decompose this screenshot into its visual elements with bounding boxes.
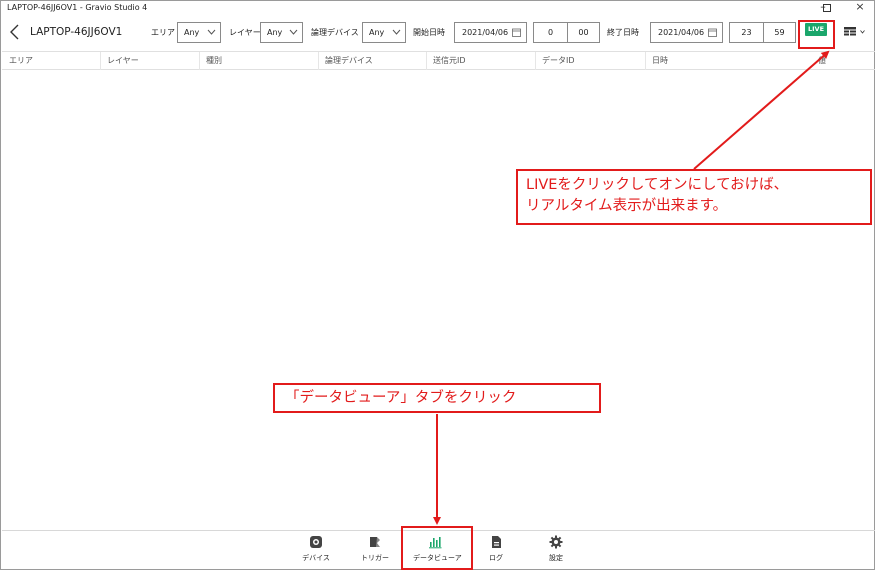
live-hint-line-2: リアルタイム表示が出来ます。: [526, 198, 728, 214]
column-header-area[interactable]: エリア: [5, 52, 33, 70]
end-hour-value[interactable]: 23: [730, 23, 763, 42]
end-date-value: 2021/04/06: [658, 28, 705, 37]
logical-device-select[interactable]: Any: [362, 22, 406, 43]
back-arrow-icon[interactable]: [8, 23, 22, 41]
column-divider[interactable]: [645, 52, 646, 70]
layer-label: レイヤー: [229, 28, 261, 37]
log-icon: [492, 536, 501, 548]
column-header-layer[interactable]: レイヤー: [103, 52, 139, 70]
chevron-down-icon: [207, 29, 216, 35]
tab-hint-callout: 「データビューア」タブをクリック: [273, 383, 601, 413]
end-date-picker[interactable]: 2021/04/06: [650, 22, 723, 43]
start-datetime-label: 開始日時: [413, 28, 445, 37]
column-divider[interactable]: [318, 52, 319, 70]
filter-toolbar: LAPTOP-46JJ6OV1 エリア Any レイヤー Any 論理デバイス …: [2, 17, 875, 49]
device-icon: [310, 536, 322, 548]
live-hint-line-1: LIVEをクリックしてオンにしておけば、: [526, 177, 789, 193]
table-header: エリア レイヤー 種別 論理デバイス 送信元ID データID 日時 値: [2, 51, 875, 70]
tab-triggers-label: トリガー: [361, 554, 389, 562]
column-header-sender-id[interactable]: 送信元ID: [429, 52, 466, 70]
start-minute-value[interactable]: 00: [568, 23, 599, 42]
annotation-arrows: [433, 50, 830, 525]
column-header-kind[interactable]: 種別: [202, 52, 222, 70]
tab-devices-label: デバイス: [302, 554, 330, 562]
live-button-highlight: [798, 20, 835, 49]
app-window: LAPTOP-46JJ6OV1 - Gravio Studio 4 – × LA…: [0, 0, 875, 570]
end-datetime-label: 終了日時: [607, 28, 639, 37]
maximize-button[interactable]: [823, 4, 831, 12]
data-viewer-tab-highlight: [401, 526, 473, 570]
logical-device-select-value: Any: [369, 28, 385, 37]
gear-icon: [549, 535, 563, 549]
column-header-data-id[interactable]: データID: [538, 52, 575, 70]
close-button[interactable]: ×: [850, 1, 870, 13]
logical-device-label: 論理デバイス: [311, 28, 359, 37]
end-time-picker[interactable]: 23 59: [729, 22, 796, 43]
tab-settings-label: 設定: [549, 554, 563, 562]
column-divider[interactable]: [426, 52, 427, 70]
start-hour-value[interactable]: 0: [534, 23, 567, 42]
start-date-picker[interactable]: 2021/04/06: [454, 22, 527, 43]
chevron-down-icon: [392, 29, 401, 35]
live-hint-callout: LIVEをクリックしてオンにしておけば、 リアルタイム表示が出来ます。: [516, 169, 872, 225]
layer-select[interactable]: Any: [260, 22, 303, 43]
window-title: LAPTOP-46JJ6OV1 - Gravio Studio 4: [7, 3, 148, 12]
start-time-picker[interactable]: 0 00: [533, 22, 600, 43]
column-header-datetime[interactable]: 日時: [648, 52, 668, 70]
calendar-icon: [708, 28, 717, 37]
layer-select-value: Any: [267, 28, 283, 37]
column-header-logical-device[interactable]: 論理デバイス: [321, 52, 373, 70]
chevron-down-icon: [289, 29, 298, 35]
tab-log[interactable]: ログ: [474, 535, 518, 563]
column-divider[interactable]: [535, 52, 536, 70]
tab-devices[interactable]: デバイス: [294, 535, 338, 563]
end-minute-value[interactable]: 59: [764, 23, 795, 42]
column-divider[interactable]: [199, 52, 200, 70]
device-name: LAPTOP-46JJ6OV1: [30, 26, 123, 38]
column-divider[interactable]: [100, 52, 101, 70]
calendar-icon: [512, 28, 521, 37]
chevron-down-icon[interactable]: [860, 30, 865, 34]
tab-log-label: ログ: [489, 554, 503, 562]
tab-triggers[interactable]: トリガー: [353, 535, 397, 563]
tab-settings[interactable]: 設定: [534, 535, 578, 563]
column-header-value[interactable]: 値: [814, 52, 826, 70]
title-bar: LAPTOP-46JJ6OV1 - Gravio Studio 4 – ×: [2, 1, 875, 14]
area-select[interactable]: Any: [177, 22, 221, 43]
trigger-icon: [370, 537, 380, 547]
area-select-value: Any: [184, 28, 200, 37]
start-date-value: 2021/04/06: [462, 28, 509, 37]
area-label: エリア: [151, 28, 175, 37]
column-layout-icon[interactable]: [844, 27, 856, 36]
